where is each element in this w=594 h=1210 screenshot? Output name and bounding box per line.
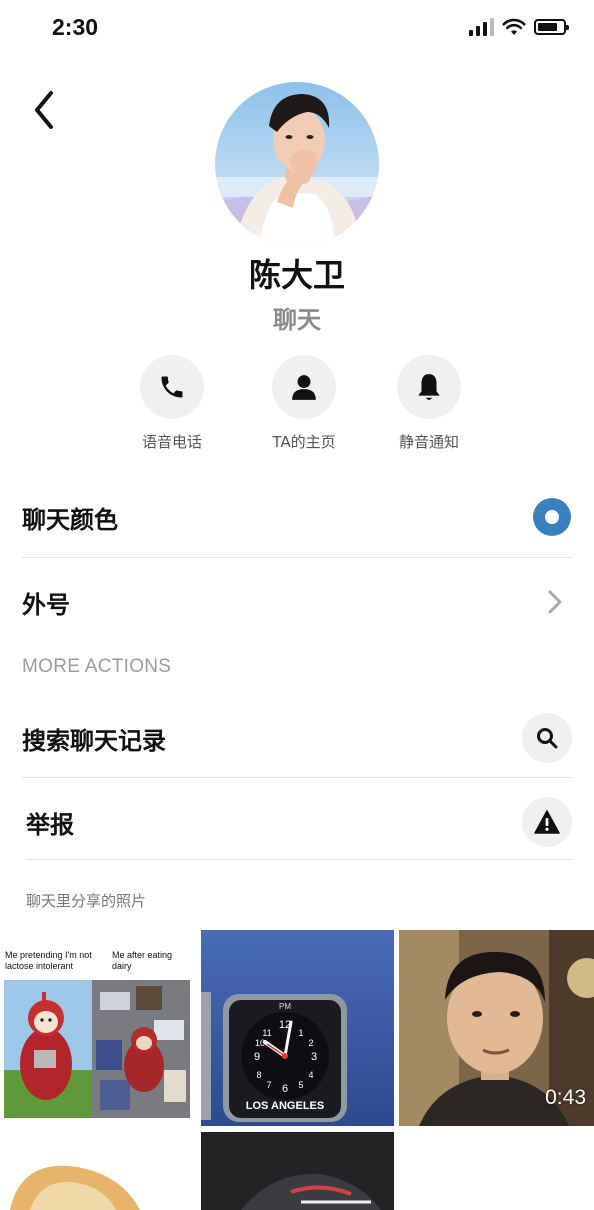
divider	[22, 557, 572, 558]
divider	[22, 777, 572, 778]
mute-notifications-button[interactable]: 静音通知	[369, 355, 489, 452]
shared-photo-clock[interactable]: 12 3 6 9 11 1 10 2 4 5 7 8 PM LOS ANGELE…	[201, 930, 394, 1126]
warning-icon	[534, 810, 560, 834]
clock-city-text: LOS ANGELES	[245, 1100, 325, 1112]
svg-text:2: 2	[308, 1038, 313, 1048]
chevron-right-icon	[548, 590, 562, 614]
shared-photos-header: 聊天里分享的照片	[26, 892, 147, 910]
report-row[interactable]: 举报	[20, 783, 572, 861]
shared-photo-bread[interactable]	[0, 1132, 196, 1210]
chat-color-row[interactable]: 聊天颜色	[20, 478, 572, 556]
back-button[interactable]	[26, 88, 62, 132]
chevron-left-icon	[35, 91, 53, 129]
clock-period-text: PM	[279, 1002, 291, 1011]
battery-icon	[534, 19, 569, 35]
meme-caption-left: Me pretending I'm not lactose intolerant	[5, 950, 92, 972]
svg-text:1: 1	[298, 1028, 303, 1038]
status-icons	[469, 18, 569, 36]
nickname-label: 外号	[22, 590, 70, 619]
video-duration: 0:43	[545, 1086, 586, 1109]
svg-text:9: 9	[254, 1051, 260, 1063]
shared-photo-shoe[interactable]	[201, 1132, 394, 1210]
profile-button[interactable]: TA的主页	[244, 355, 364, 452]
svg-text:6: 6	[282, 1083, 288, 1095]
avatar[interactable]	[215, 82, 379, 246]
svg-text:5: 5	[298, 1080, 303, 1090]
shared-photo-meme[interactable]: Me pretending I'm not lactose intolerant…	[0, 930, 196, 1126]
search-chat-label: 搜索聊天记录	[22, 726, 166, 755]
svg-text:11: 11	[262, 1028, 271, 1038]
svg-text:7: 7	[266, 1080, 271, 1090]
status-bar: 2:30	[0, 0, 594, 60]
status-time: 2:30	[52, 14, 99, 40]
chat-color-swatch	[533, 498, 571, 536]
voice-call-label: 语音电话	[141, 433, 202, 451]
svg-text:3: 3	[311, 1051, 317, 1063]
shared-video[interactable]: 0:43	[399, 930, 594, 1126]
search-chat-row[interactable]: 搜索聊天记录	[20, 699, 572, 777]
nickname-row[interactable]: 外号	[20, 563, 572, 641]
voice-call-button[interactable]: 语音电话	[112, 355, 232, 452]
person-icon	[292, 375, 316, 400]
chat-color-label: 聊天颜色	[22, 505, 118, 534]
more-actions-header: MORE ACTIONS	[22, 656, 172, 677]
wifi-icon	[502, 18, 526, 35]
mute-notifications-label: 静音通知	[398, 433, 459, 451]
svg-text:4: 4	[308, 1070, 313, 1080]
phone-icon	[161, 376, 183, 398]
profile-label: TA的主页	[272, 433, 336, 451]
cellular-signal-icon	[469, 18, 494, 36]
bell-icon	[418, 374, 440, 400]
report-label: 举报	[26, 810, 74, 839]
search-icon	[537, 728, 558, 749]
meme-caption-right: Me after eating dairy	[112, 950, 173, 972]
contact-subtitle: 聊天	[273, 306, 321, 334]
divider	[26, 859, 572, 860]
contact-name: 陈大卫	[248, 256, 345, 294]
svg-text:8: 8	[256, 1070, 261, 1080]
